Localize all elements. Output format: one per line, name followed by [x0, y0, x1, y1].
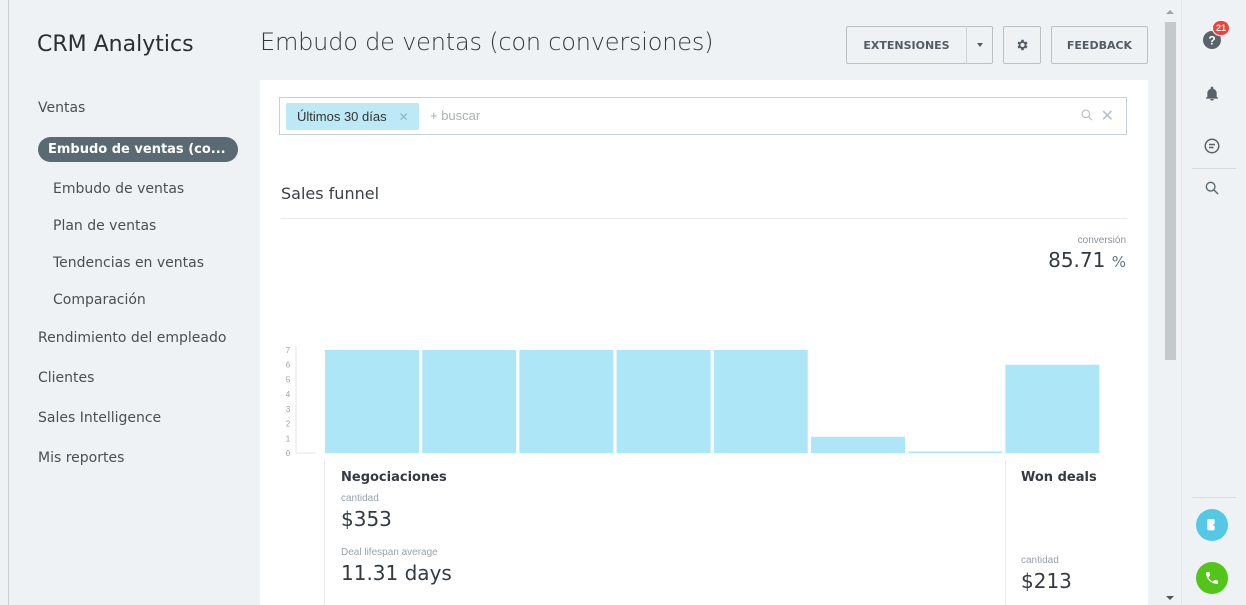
- section-divider: [281, 218, 1127, 219]
- sidebar-item-ventas[interactable]: Ventas: [10, 88, 240, 128]
- sidebar-item-label: Ventas: [38, 100, 86, 116]
- help-button[interactable]: ? 21: [1198, 20, 1231, 54]
- close-icon[interactable]: ✕: [399, 110, 409, 124]
- y-tick-label: 4: [286, 390, 291, 399]
- feedback-button[interactable]: FEEDBACK: [1051, 26, 1148, 64]
- sidebar-item-embudo-ventas[interactable]: Embudo de ventas: [10, 170, 240, 207]
- scrollbar[interactable]: [1160, 0, 1180, 605]
- search-icon[interactable]: [1080, 108, 1094, 122]
- sidebar-item-label: Embudo de ventas: [53, 180, 185, 197]
- bell-icon: [1206, 86, 1218, 101]
- sidebar-item-tendencias[interactable]: Tendencias en ventas: [10, 244, 240, 281]
- sidebar-nav: Ventas Embudo de ventas (co... Embudo de…: [10, 88, 240, 478]
- page-title: Embudo de ventas (con conversiones): [260, 28, 714, 56]
- stage-lifespan-value: 11.31 days: [341, 561, 452, 585]
- notification-badge: 21: [1212, 20, 1231, 36]
- chevron-down-icon: [976, 43, 983, 47]
- y-tick-label: 6: [286, 361, 291, 370]
- clear-filter-icon[interactable]: ✕: [1101, 106, 1114, 126]
- y-tick-label: 1: [286, 434, 291, 443]
- stage-amount-value: $213: [1021, 569, 1072, 593]
- sidebar-item-label: Embudo de ventas (co...: [38, 136, 238, 162]
- funnel-bar[interactable]: [713, 350, 808, 453]
- stage-amount-label: cantidad: [341, 493, 379, 504]
- search-input[interactable]: + buscar: [430, 108, 480, 123]
- report-panel: Últimos 30 días ✕ + buscar ✕ Sales funne…: [260, 80, 1148, 605]
- notifications-button[interactable]: [1198, 80, 1226, 108]
- y-tick-label: 7: [286, 346, 291, 355]
- funnel-bar[interactable]: [616, 350, 711, 453]
- sidebar-item-label: Rendimiento del empleado: [38, 330, 227, 346]
- global-search-button[interactable]: [1198, 174, 1226, 202]
- sidebar-item-embudo-conversiones[interactable]: Embudo de ventas (co...: [10, 134, 240, 164]
- sidebar-item-plan-ventas[interactable]: Plan de ventas: [10, 207, 240, 244]
- app-title: CRM Analytics: [37, 32, 194, 57]
- extensions-button[interactable]: EXTENSIONES: [846, 26, 966, 64]
- rail-divider: [1192, 168, 1236, 169]
- sidebar-item-comparacion[interactable]: Comparación: [10, 281, 240, 318]
- y-tick-label: 3: [286, 405, 291, 414]
- open-lines-icon: [1207, 519, 1220, 531]
- scroll-up-icon[interactable]: [1166, 10, 1174, 14]
- stage-amount-label: cantidad: [1021, 555, 1059, 566]
- sidebar-item-clientes[interactable]: Clientes: [10, 358, 240, 398]
- funnel-bar[interactable]: [519, 350, 614, 453]
- rail-divider: [1192, 497, 1236, 498]
- y-tick-label: 5: [286, 375, 291, 384]
- chat-icon: [1204, 138, 1220, 154]
- sidebar-item-label: Sales Intelligence: [38, 410, 162, 426]
- left-edge-line: [8, 0, 9, 605]
- funnel-bar[interactable]: [422, 350, 517, 453]
- right-rail: ? 21: [1181, 0, 1246, 605]
- stage-divider-right: [1005, 461, 1006, 605]
- stage-name: Won deals: [1021, 470, 1097, 485]
- conversion-label: conversión: [1077, 235, 1126, 246]
- funnel-bar[interactable]: [325, 350, 419, 453]
- sidebar-item-label: Clientes: [38, 370, 95, 386]
- stage-lifespan-label: Deal lifespan average: [341, 547, 438, 558]
- sidebar-item-label: Plan de ventas: [53, 217, 157, 234]
- stage-amount-value: $353: [341, 507, 392, 531]
- extensions-dropdown-button[interactable]: [966, 26, 993, 64]
- filter-bar[interactable]: Últimos 30 días ✕ + buscar ✕: [279, 97, 1127, 135]
- svg-text:?: ?: [1208, 34, 1215, 48]
- open-lines-button[interactable]: [1196, 509, 1228, 541]
- gear-icon: [1017, 39, 1028, 51]
- call-button[interactable]: [1196, 562, 1228, 594]
- funnel-bar[interactable]: [908, 451, 1003, 454]
- scroll-thumb[interactable]: [1165, 22, 1176, 360]
- sidebar-item-label: Tendencias en ventas: [53, 254, 205, 271]
- funnel-bar[interactable]: [811, 436, 905, 453]
- stage-name: Negociaciones: [341, 470, 447, 485]
- filter-chip[interactable]: Últimos 30 días ✕: [286, 103, 419, 130]
- search-icon: [1205, 181, 1219, 195]
- stage-won-deals[interactable]: Won deals cantidad $213: [1021, 470, 1097, 593]
- sidebar-item-mis-reportes[interactable]: Mis reportes: [10, 438, 240, 478]
- filter-chip-label: Últimos 30 días: [297, 109, 387, 124]
- chat-button[interactable]: [1198, 132, 1226, 160]
- settings-button[interactable]: [1003, 26, 1041, 64]
- y-tick-label: 0: [286, 449, 291, 458]
- sidebar-item-sales-intelligence[interactable]: Sales Intelligence: [10, 398, 240, 438]
- sidebar-item-rendimiento[interactable]: Rendimiento del empleado: [10, 318, 240, 358]
- sidebar-item-label: Comparación: [53, 291, 146, 308]
- scroll-down-icon[interactable]: [1166, 596, 1174, 600]
- section-title: Sales funnel: [281, 184, 380, 203]
- stage-divider-left: [324, 461, 325, 605]
- sales-funnel-chart: 0 1 2 3 4 5 6 7: [286, 346, 1100, 458]
- funnel-bar[interactable]: [1005, 364, 1100, 453]
- stage-negociaciones[interactable]: Negociaciones cantidad $353 Deal lifespa…: [341, 470, 452, 585]
- y-tick-label: 2: [286, 420, 291, 429]
- phone-icon: [1206, 572, 1218, 584]
- sidebar-item-label: Mis reportes: [38, 450, 125, 466]
- sidebar: CRM Analytics Ventas Embudo de ventas (c…: [10, 0, 240, 605]
